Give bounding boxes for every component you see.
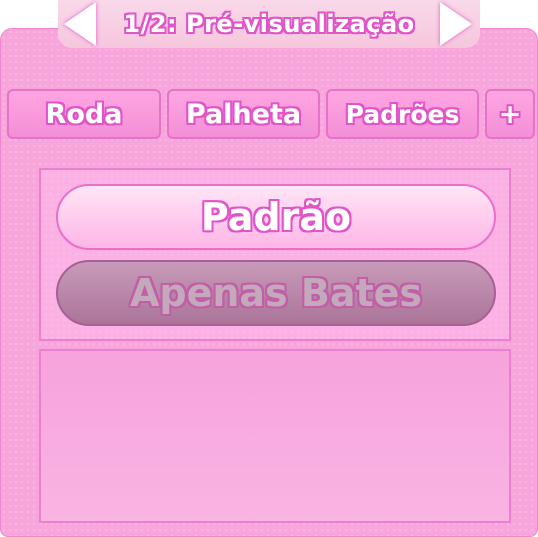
tab-palheta[interactable]: Palheta xyxy=(167,89,320,139)
tab-bar: Roda Palheta Padrões + xyxy=(7,89,535,141)
tab-roda[interactable]: Roda xyxy=(7,89,161,139)
padrao-button[interactable]: Padrão xyxy=(56,184,496,250)
arrow-left-icon[interactable] xyxy=(64,2,96,46)
tab-add-button[interactable]: + xyxy=(485,89,535,139)
page-title: 1/2: Pré-visualização xyxy=(123,10,415,38)
tab-padroes[interactable]: Padrões xyxy=(326,89,479,139)
header-bar: 1/2: Pré-visualização xyxy=(58,0,480,48)
preview-area xyxy=(39,349,511,523)
arrow-right-icon[interactable] xyxy=(440,2,472,46)
apenas-bates-button[interactable]: Apenas Bates xyxy=(56,260,496,326)
main-panel: Roda Palheta Padrões + Padrão Apenas Bat… xyxy=(0,28,538,537)
options-section: Padrão Apenas Bates xyxy=(39,168,511,341)
